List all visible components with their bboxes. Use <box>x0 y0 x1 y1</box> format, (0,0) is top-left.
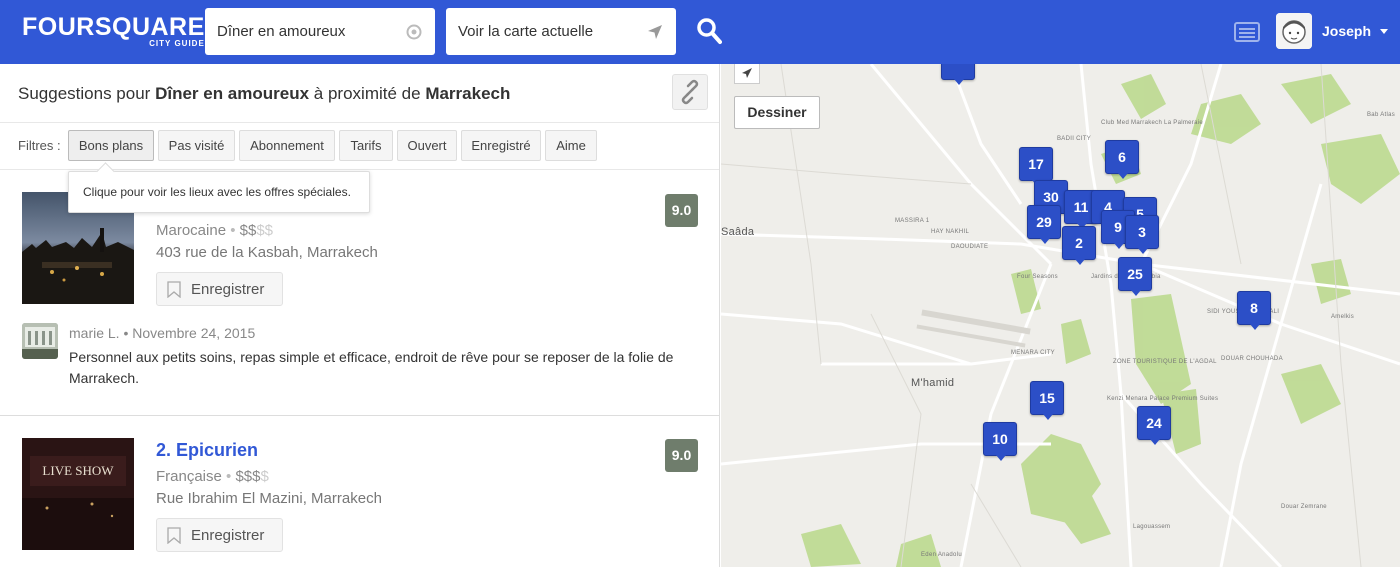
lists-icon[interactable] <box>1234 22 1260 42</box>
venue-divider <box>0 415 719 416</box>
bookmark-icon <box>167 527 181 544</box>
venue-score-2: 9.0 <box>665 439 698 472</box>
venue-category-2: Française • $$$$ <box>156 468 269 485</box>
search-where-input[interactable] <box>458 8 638 55</box>
map-label-four-seasons: Four Seasons <box>1017 274 1058 280</box>
navigation-arrow-icon <box>742 68 752 78</box>
venue-category-text-1: Marocaine <box>156 222 227 239</box>
share-link-button[interactable] <box>672 74 708 110</box>
filter-bons-plans[interactable]: Bons plans <box>68 130 154 161</box>
search-what-box[interactable] <box>205 8 435 55</box>
map-pin[interactable]: 24 <box>1137 406 1171 445</box>
filters-bar: Filtres : Bons plans Pas visité Abonneme… <box>0 122 719 170</box>
map-pin[interactable]: 3 <box>1125 215 1159 254</box>
bookmark-icon <box>167 281 181 298</box>
tip-author-avatar[interactable] <box>22 323 58 359</box>
map-pin[interactable]: 8 <box>1237 291 1271 330</box>
venue-photo-2[interactable]: LIVE SHOW <box>22 438 134 550</box>
location-arrow-icon[interactable] <box>646 23 664 41</box>
map-label-amelkis: Amelkis <box>1331 314 1355 320</box>
top-header: FOURSQUARE CITY GUIDE J <box>0 0 1400 64</box>
map-pin[interactable]: 29 <box>1027 205 1061 244</box>
tip-date: Novembre 24, 2015 <box>132 325 256 341</box>
map-label-douar-zemrane: Douar Zemrane <box>1281 504 1327 510</box>
tip-user[interactable]: marie L. <box>69 325 120 341</box>
logo-text: FOURSQUARE <box>22 13 205 41</box>
results-panel: Suggestions pour Dîner en amoureux à pro… <box>0 64 720 567</box>
venue-category-text-2: Française <box>156 468 222 485</box>
venue-score-1: 9.0 <box>665 194 698 227</box>
save-button-1[interactable]: Enregistrer <box>156 272 283 306</box>
map-label-club-med: Club Med Marrakech La Palmeraie <box>1101 120 1204 126</box>
map-label-bab-atlas: Bab Atlas <box>1367 112 1396 118</box>
draw-button[interactable]: Dessiner <box>734 96 820 129</box>
results-heading: Suggestions pour Dîner en amoureux à pro… <box>18 84 510 104</box>
venue-price-1: $$ <box>239 222 257 239</box>
map-pin-partial[interactable] <box>941 64 975 85</box>
venue-category-1: Marocaine • $$$$ <box>156 222 274 239</box>
venue-price-2: $$$ <box>235 468 261 485</box>
heading-middle: à proximité de <box>313 84 421 103</box>
save-label-2: Enregistrer <box>191 527 265 544</box>
map-label-mhamid: M'hamid <box>911 377 955 389</box>
filter-tarifs[interactable]: Tarifs <box>339 130 393 161</box>
venue-name-2[interactable]: 2. Epicurien <box>156 440 258 461</box>
tip-avatar-photo <box>22 323 58 359</box>
save-button-2[interactable]: Enregistrer <box>156 518 283 552</box>
map-pin[interactable]: 2 <box>1062 226 1096 265</box>
map-label-agdal: ZONE TOURISTIQUE DE L'AGDAL <box>1113 359 1217 365</box>
map-pin[interactable]: 15 <box>1030 381 1064 420</box>
filter-tooltip: Clique pour voir les lieux avec les offr… <box>68 171 370 213</box>
map-label-kenzi: Kenzi Menara Palace Premium Suites <box>1107 396 1219 402</box>
tip-text: Personnel aux petits soins, repas simple… <box>69 349 674 386</box>
map-label-lagouassem: Lagouassem <box>1133 524 1171 530</box>
map-pin[interactable]: 10 <box>983 422 1017 461</box>
filter-enregistre[interactable]: Enregistré <box>461 130 541 161</box>
map-pin[interactable]: 25 <box>1118 257 1152 296</box>
heading-prefix: Suggestions pour <box>18 84 151 103</box>
map-view[interactable]: Saâda M'hamid Amelkis ZONE TOURISTIQUE D… <box>721 64 1400 567</box>
search-icon[interactable] <box>696 17 722 45</box>
map-label-massira: MASSIRA 1 <box>895 218 930 224</box>
map-label-badii-city: BADII CITY <box>1057 136 1092 142</box>
tip-meta: marie L. • Novembre 24, 2015 <box>69 325 256 341</box>
link-icon <box>681 79 699 105</box>
save-label-1: Enregistrer <box>191 281 265 298</box>
map-label-hay-nakhil: HAY NAKHIL <box>931 229 970 235</box>
clear-icon[interactable] <box>405 23 423 41</box>
map-pin[interactable]: 6 <box>1105 140 1139 179</box>
venue-price-dim-2: $ <box>260 468 269 485</box>
venue-address-1: 403 rue de la Kasbah, Marrakech <box>156 244 378 261</box>
map-label-eden-anadolu: Eden Anadolu <box>921 552 962 558</box>
map-locate-button[interactable] <box>734 64 760 84</box>
map-label-douar-chouhada: DOUAR CHOUHADA <box>1221 356 1283 362</box>
heading-query: Dîner en amoureux <box>155 84 310 103</box>
filter-aime[interactable]: Aime <box>545 130 597 161</box>
venue-address-2: Rue Ibrahim El Mazini, Marrakech <box>156 490 382 507</box>
user-name[interactable]: Joseph <box>1322 23 1371 39</box>
map-label-menara-city: MENARA CITY <box>1011 350 1055 356</box>
filter-ouvert[interactable]: Ouvert <box>397 130 457 161</box>
filter-abonnement[interactable]: Abonnement <box>239 130 335 161</box>
search-what-input[interactable] <box>217 8 397 55</box>
filter-pas-visite[interactable]: Pas visité <box>158 130 235 161</box>
filters-label: Filtres : <box>18 138 61 153</box>
avatar-icon <box>1276 13 1312 49</box>
map-pin[interactable]: 17 <box>1019 147 1053 186</box>
search-where-box[interactable] <box>446 8 676 55</box>
user-avatar[interactable] <box>1276 13 1312 49</box>
map-label-saada: Saâda <box>721 226 755 238</box>
map-label-daoudiate: DAOUDIATE <box>951 244 989 250</box>
user-menu-caret-icon[interactable] <box>1380 29 1388 34</box>
venue-photo-2-sign: LIVE SHOW <box>42 463 114 478</box>
foursquare-logo[interactable]: FOURSQUARE CITY GUIDE <box>22 14 205 48</box>
heading-city: Marrakech <box>425 84 511 103</box>
venue-price-dim-1: $$ <box>256 222 274 239</box>
